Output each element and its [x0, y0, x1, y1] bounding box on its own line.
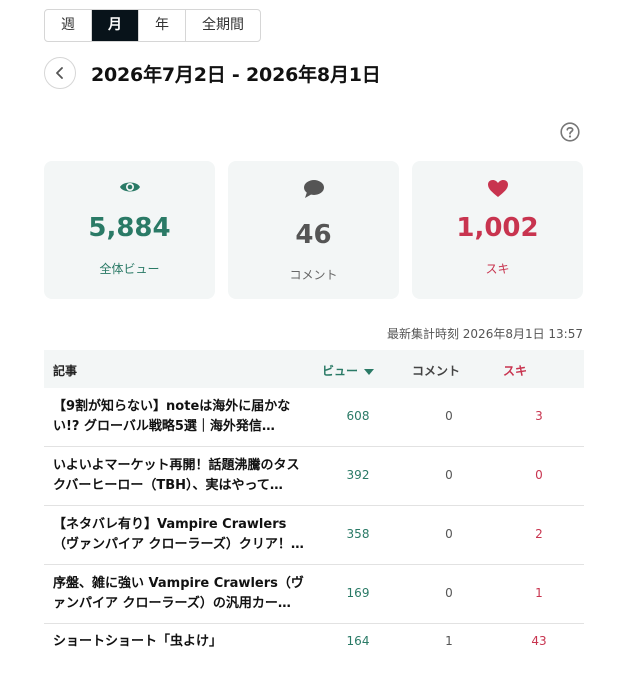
- period-tabs: 週 月 年 全期間: [44, 9, 261, 42]
- column-header-article: 記事: [53, 364, 78, 378]
- help-icon[interactable]: [560, 122, 580, 142]
- table-row[interactable]: ショートショート「虫よけ」 164 1 43: [44, 624, 584, 682]
- comment-bubble-icon: [303, 180, 324, 198]
- article-likes: 43: [531, 634, 547, 648]
- tab-month[interactable]: 月: [92, 10, 139, 41]
- article-likes: 0: [535, 468, 543, 482]
- article-views: 169: [346, 586, 370, 600]
- previous-period-button[interactable]: [44, 57, 76, 89]
- table-row[interactable]: 【ネタバレ有り】Vampire Crawlers（ヴァンパイア クローラーズ）ク…: [44, 506, 584, 565]
- total-comments-label: コメント: [289, 268, 338, 282]
- views-header-label: ビュー: [322, 364, 359, 378]
- sort-descending-icon: [364, 368, 375, 375]
- tab-year[interactable]: 年: [139, 10, 186, 41]
- article-stats-table: 記事 ビュー コメント スキ 【9割が知らない】noteは海外に届かない!? グ…: [44, 350, 584, 682]
- table-header: 記事 ビュー コメント スキ: [44, 350, 584, 388]
- date-range: 2026年7月2日 - 2026年8月1日: [91, 64, 381, 86]
- likes-summary-card: 1,002 スキ: [412, 161, 583, 299]
- heart-icon: [487, 180, 508, 197]
- article-comments: 0: [445, 527, 453, 541]
- article-views: 392: [346, 468, 370, 482]
- article-comments: 0: [445, 586, 453, 600]
- article-likes: 2: [535, 527, 543, 541]
- total-views-label: 全体ビュー: [99, 262, 160, 276]
- tab-week[interactable]: 週: [45, 10, 92, 41]
- article-comments: 1: [445, 634, 453, 648]
- total-views-value: 5,884: [88, 213, 171, 243]
- article-title[interactable]: 【9割が知らない】noteは海外に届かない!? グローバル戦略5選｜海外発信…: [53, 397, 311, 437]
- article-views: 164: [346, 634, 370, 648]
- eye-icon: [119, 182, 140, 192]
- article-comments: 0: [445, 409, 453, 423]
- article-likes: 1: [535, 586, 543, 600]
- article-title[interactable]: 【ネタバレ有り】Vampire Crawlers（ヴァンパイア クローラーズ）ク…: [53, 515, 311, 555]
- total-likes-value: 1,002: [456, 213, 539, 243]
- table-row[interactable]: 序盤、雑に強い Vampire Crawlers（ヴァンパイア クローラーズ）の…: [44, 565, 584, 624]
- table-row[interactable]: 【9割が知らない】noteは海外に届かない!? グローバル戦略5選｜海外発信… …: [44, 388, 584, 447]
- views-summary-card: 5,884 全体ビュー: [44, 161, 215, 299]
- article-title[interactable]: ショートショート「虫よけ」: [53, 632, 311, 652]
- comments-summary-card: 46 コメント: [228, 161, 399, 299]
- total-comments-value: 46: [295, 220, 332, 250]
- total-likes-label: スキ: [485, 262, 510, 276]
- table-row[interactable]: いよいよマーケット再開！話題沸騰のタスクバーヒーロー（TBH）、実はやって… 3…: [44, 447, 584, 506]
- column-header-views[interactable]: ビュー: [322, 362, 375, 379]
- article-views: 608: [346, 409, 370, 423]
- chevron-left-icon: [56, 67, 63, 79]
- article-likes: 3: [535, 409, 543, 423]
- column-header-comments[interactable]: コメント: [412, 362, 460, 379]
- article-title[interactable]: 序盤、雑に強い Vampire Crawlers（ヴァンパイア クローラーズ）の…: [53, 574, 311, 614]
- tab-all-time[interactable]: 全期間: [186, 10, 260, 41]
- column-header-likes[interactable]: スキ: [503, 362, 527, 379]
- article-views: 358: [346, 527, 370, 541]
- article-title[interactable]: いよいよマーケット再開！話題沸騰のタスクバーヒーロー（TBH）、実はやって…: [53, 456, 311, 496]
- article-comments: 0: [445, 468, 453, 482]
- last-updated-timestamp: 最新集計時刻 2026年8月1日 13:57: [386, 327, 583, 341]
